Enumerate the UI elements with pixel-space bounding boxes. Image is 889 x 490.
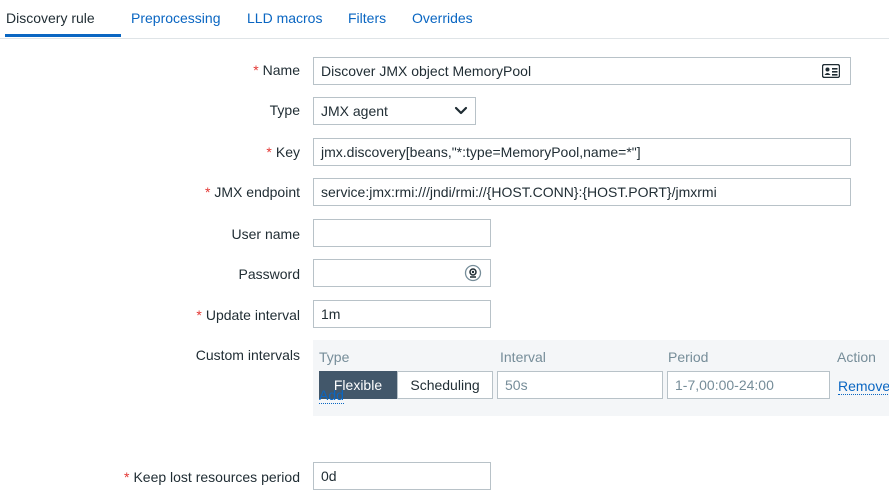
- update-interval-input[interactable]: 1m: [313, 300, 491, 328]
- custom-intervals-label: Custom intervals: [195, 347, 300, 363]
- column-header-period: Period: [668, 349, 709, 365]
- chevron-down-icon: [454, 106, 468, 115]
- key-input[interactable]: jmx.discovery[beans,"*:type=MemoryPool,n…: [313, 138, 851, 166]
- column-header-type: Type: [319, 349, 350, 365]
- password-input[interactable]: [313, 259, 491, 287]
- tab-preprocessing[interactable]: Preprocessing: [131, 10, 221, 26]
- name-field[interactable]: Discover JMX object MemoryPool: [313, 57, 851, 85]
- type-select[interactable]: JMX agent: [313, 97, 476, 125]
- jmx-endpoint-label: * JMX endpoint: [204, 184, 300, 200]
- eye-icon[interactable]: [464, 264, 482, 282]
- jmx-endpoint-input[interactable]: service:jmx:rmi:///jndi/rmi://{HOST.CONN…: [313, 178, 851, 206]
- key-label: * Key: [266, 144, 300, 160]
- address-card-icon[interactable]: [822, 64, 840, 78]
- keep-lost-input[interactable]: 0d: [313, 462, 491, 490]
- keep-lost-label: * Keep lost resources period: [124, 469, 300, 485]
- tab-bar: Discovery rule Preprocessing LLD macros …: [0, 0, 889, 39]
- update-interval-label: * Update interval: [196, 307, 300, 323]
- scheduling-toggle[interactable]: Scheduling: [397, 371, 493, 399]
- type-label: Type: [269, 102, 300, 118]
- name-label: * Name: [253, 62, 300, 78]
- remove-link[interactable]: Remove: [838, 378, 889, 395]
- add-interval-link[interactable]: Add: [319, 387, 344, 404]
- password-label: Password: [238, 266, 300, 282]
- username-input[interactable]: [313, 219, 491, 247]
- username-label: User name: [231, 226, 300, 242]
- column-header-action: Action: [837, 349, 876, 365]
- active-tab-indicator: [5, 34, 121, 37]
- column-header-interval: Interval: [500, 349, 546, 365]
- required-mark: *: [253, 62, 259, 78]
- tab-filters[interactable]: Filters: [348, 10, 386, 26]
- tab-discovery-rule[interactable]: Discovery rule: [6, 10, 95, 26]
- tab-lld-macros[interactable]: LLD macros: [247, 10, 322, 26]
- tab-overrides[interactable]: Overrides: [412, 10, 473, 26]
- period-input[interactable]: 1-7,00:00-24:00: [667, 371, 830, 399]
- interval-input[interactable]: 50s: [497, 371, 663, 399]
- custom-intervals-table: Type Interval Period Action Flexible Sch…: [313, 340, 889, 416]
